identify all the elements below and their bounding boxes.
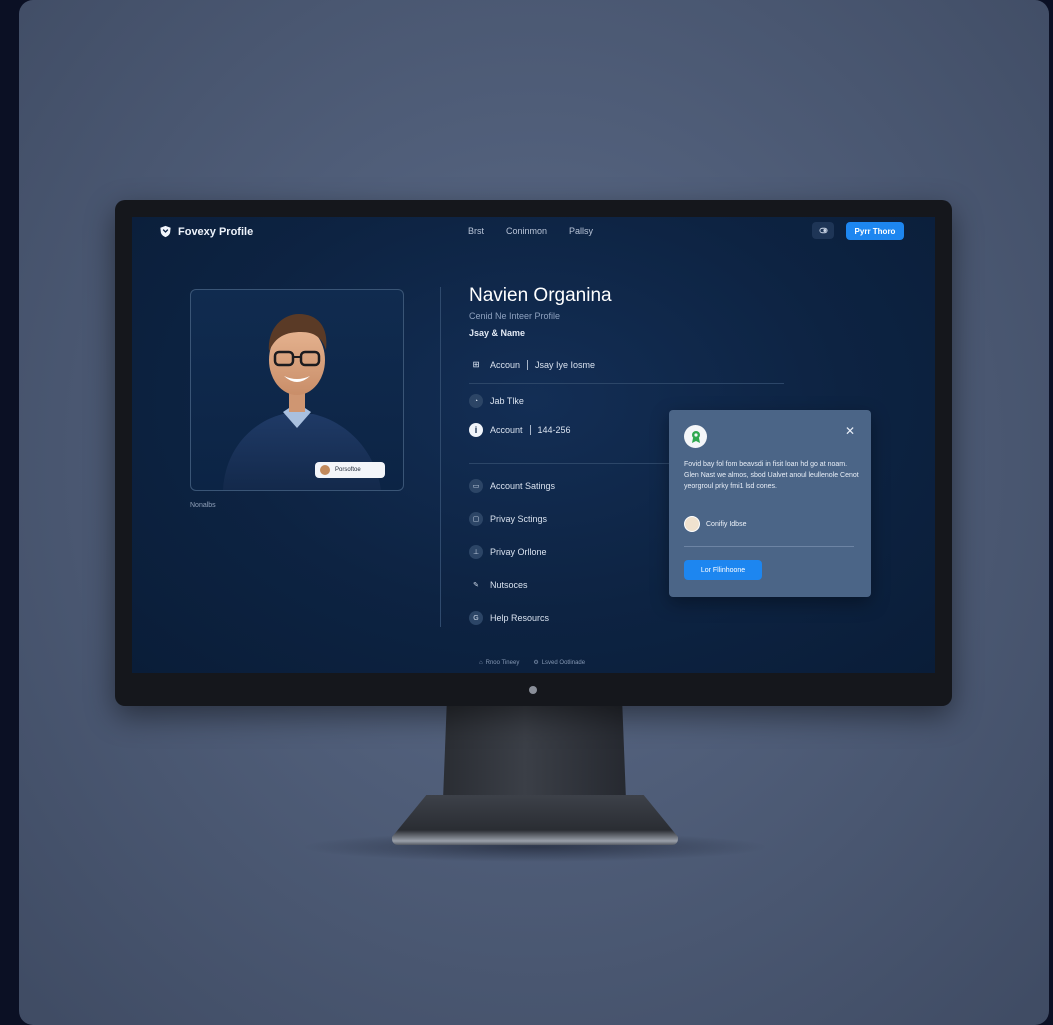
menu-label: Privay Sctings — [490, 514, 548, 524]
badge-avatar — [320, 465, 330, 475]
user-icon: ⊥ — [469, 545, 483, 559]
account-id-label: Account — [490, 425, 523, 435]
profile-subtitle: Cenid Ne Inteer Profile — [469, 311, 561, 321]
nav-cta-button[interactable]: Pyrr Thoro — [846, 222, 904, 240]
nav-settings-button[interactable] — [812, 222, 834, 239]
account-row-value: Jsay Iye Iosme — [535, 359, 596, 370]
account-id-row[interactable]: i Account 144-256 — [469, 423, 571, 437]
lock-icon: ▢ — [469, 512, 483, 526]
popup-card: ✕ Fovid bay fol fom beavsdi in fisit loa… — [669, 410, 871, 597]
briefcase-icon: ◔ — [469, 394, 483, 408]
monitor-stand-neck — [443, 706, 626, 800]
info-icon: i — [469, 423, 483, 437]
menu-privacy-settings[interactable]: ▢ Privay Sctings — [469, 512, 547, 526]
nav-link-3[interactable]: Pallsy — [569, 226, 593, 236]
separator — [527, 359, 529, 370]
grid-icon: ⊞ — [472, 360, 480, 369]
profile-label: Jsay & Name — [469, 328, 526, 338]
menu-label: Help Resourcs — [490, 613, 550, 623]
account-row-label: Accoun — [490, 359, 521, 370]
popup-action-button[interactable]: Lor Fllinhoone — [684, 560, 762, 580]
popup-user: Conifiy Idbse — [684, 516, 746, 532]
photo-caption: Nonalbs — [190, 502, 216, 509]
photo-badge-label: Porsoftoe — [335, 467, 361, 473]
footer-right-label: Lsved Ootlinade — [541, 659, 586, 666]
nav-links: Brst Coninmon Pallsy — [468, 226, 593, 236]
shield-logo-icon — [160, 225, 171, 238]
popup-message: Fovid bay fol fom beavsdi in fisit loan … — [684, 461, 859, 490]
footer-left-label: Rnoo Tineey — [485, 659, 520, 666]
popup-user-name: Conifiy Idbse — [706, 520, 747, 528]
monitor-stand-base — [392, 795, 678, 845]
top-nav: Fovexy Profile Brst Coninmon Pallsy Pyrr… — [132, 217, 935, 247]
avatar — [684, 516, 700, 532]
profile-name: Navien Organina — [469, 285, 612, 306]
badge-logo-icon — [691, 430, 700, 443]
account-row[interactable]: ⊞ Accoun Jsay Iye Iosme — [469, 359, 595, 370]
menu-label: Account Satings — [490, 481, 556, 491]
pen-icon: ✎ — [473, 582, 479, 589]
nav-link-1[interactable]: Brst — [468, 226, 484, 236]
job-title-row[interactable]: ◔ Jab Tlke — [469, 394, 524, 408]
profile-photo — [223, 314, 381, 490]
menu-notices[interactable]: ✎ Nutsoces — [469, 578, 528, 592]
settings-icon: ⚙ — [533, 660, 539, 666]
close-icon[interactable]: ✕ — [845, 424, 855, 438]
toggle-icon — [818, 227, 828, 234]
screen: Fovexy Profile Brst Coninmon Pallsy Pyrr… — [132, 217, 935, 673]
menu-help-resources[interactable]: G Help Resourcs — [469, 611, 549, 625]
job-title: Jab Tlke — [490, 396, 524, 406]
footer: ⌂ Rnoo Tineey ⚙ Lsved Ootlinade — [479, 659, 586, 667]
power-indicator — [529, 686, 537, 694]
vertical-divider — [440, 287, 441, 627]
account-id-value: 144-256 — [537, 425, 571, 435]
nav-link-2[interactable]: Coninmon — [506, 226, 547, 236]
photo-badge[interactable]: Porsoftoe — [315, 462, 385, 478]
monitor: Fovexy Profile Brst Coninmon Pallsy Pyrr… — [115, 200, 952, 706]
menu-label: Privay Orllone — [490, 547, 547, 557]
help-icon: G — [469, 611, 483, 625]
divider — [469, 383, 784, 384]
menu-label: Nutsoces — [490, 580, 528, 590]
divider — [469, 463, 669, 464]
footer-link-right[interactable]: ⚙ Lsved Ootlinade — [533, 659, 586, 667]
divider — [684, 546, 854, 547]
chat-icon: ▭ — [469, 479, 483, 493]
brand-name: Fovexy Profile — [178, 225, 254, 238]
popup-logo — [684, 425, 707, 448]
profile-photo-card: Porsoftoe — [190, 289, 404, 491]
menu-account-settings[interactable]: ▭ Account Satings — [469, 479, 555, 493]
footer-link-left[interactable]: ⌂ Rnoo Tineey — [479, 659, 519, 666]
menu-privacy-options[interactable]: ⊥ Privay Orllone — [469, 545, 547, 559]
separator — [529, 425, 531, 435]
brand[interactable]: Fovexy Profile — [159, 225, 253, 238]
home-icon: ⌂ — [479, 659, 483, 666]
